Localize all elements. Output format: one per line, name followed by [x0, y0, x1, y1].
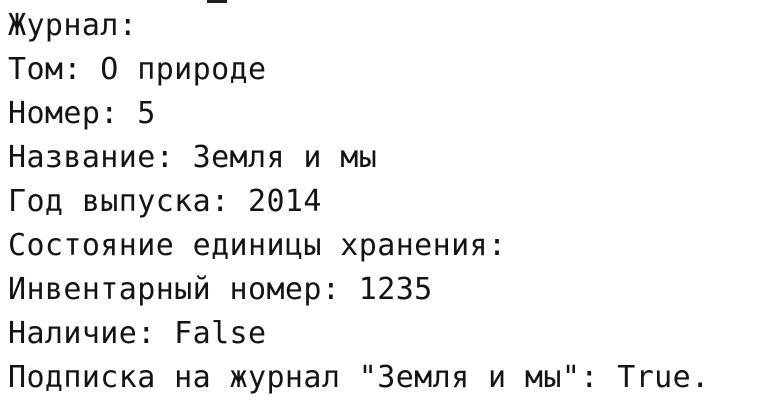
output-line-availability: Наличие: False	[8, 316, 267, 351]
console-output: Журнал: Том: О природе Номер: 5 Название…	[0, 0, 772, 402]
text-cursor	[207, 0, 227, 3]
output-line-year: Год выпуска: 2014	[8, 184, 322, 219]
output-line-title: Название: Земля и мы	[8, 140, 378, 175]
output-lines: Журнал: Том: О природе Номер: 5 Название…	[8, 4, 710, 400]
output-line-number: Номер: 5	[8, 96, 156, 131]
output-line-volume: Том: О природе	[8, 52, 267, 87]
output-line-subscription: Подписка на журнал "Земля и мы": True.	[8, 360, 710, 395]
output-line-storage-state: Состояние единицы хранения:	[8, 228, 507, 263]
output-line-inventory-number: Инвентарный номер: 1235	[8, 272, 433, 307]
output-line-journal-header: Журнал:	[8, 8, 138, 43]
